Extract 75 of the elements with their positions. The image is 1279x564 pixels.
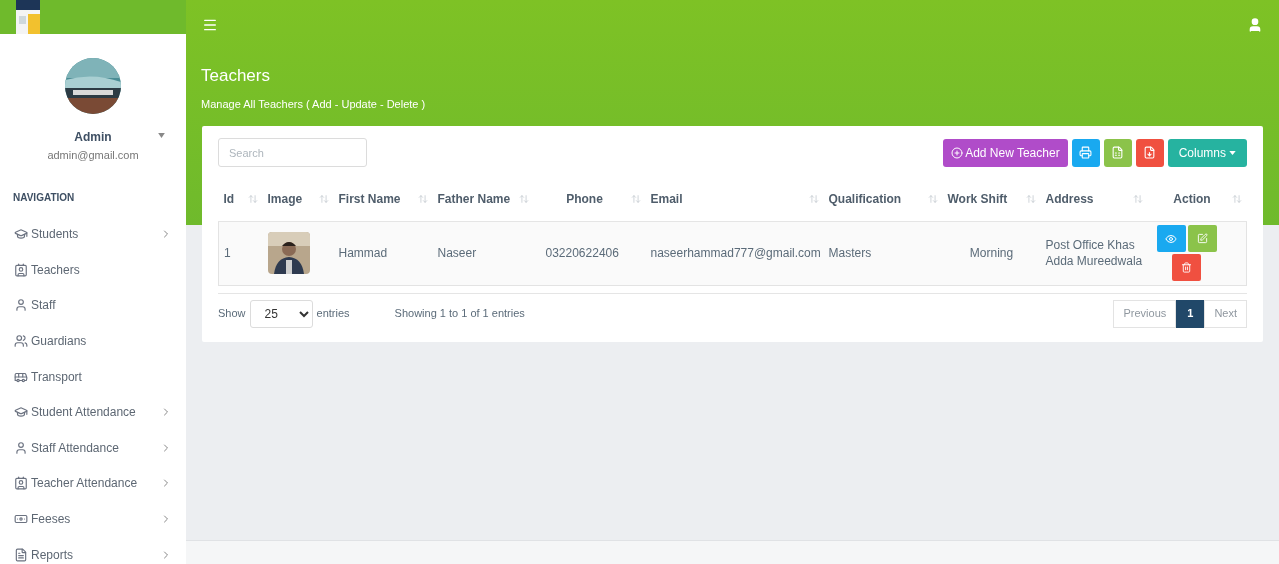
user-name: Admin <box>74 129 112 146</box>
table-cell: naseerhammad777@gmail.com <box>645 221 824 285</box>
printer-icon <box>1079 146 1093 159</box>
nav-icon <box>14 440 28 455</box>
sidebar-item[interactable]: Feeses <box>0 501 186 537</box>
entries-label: entries <box>316 306 350 322</box>
sidebar-item[interactable]: Staff Attendance <box>0 430 186 466</box>
page-button[interactable]: 1 <box>1176 299 1205 328</box>
pdf-button[interactable] <box>1135 138 1164 167</box>
sort-icon[interactable] <box>630 193 641 204</box>
sort-icon[interactable] <box>927 193 938 204</box>
nav-icon <box>14 405 28 420</box>
column-header[interactable]: Father Name <box>437 190 511 207</box>
search-field[interactable]: Search <box>218 138 367 167</box>
menu-icon[interactable] <box>202 17 218 33</box>
spreadsheet-icon <box>1111 146 1125 159</box>
sidebar-item[interactable]: Transport <box>0 358 186 395</box>
sidebar-item[interactable]: Student Attendance <box>0 394 186 431</box>
pencil-icon <box>1196 233 1208 244</box>
file-icon <box>1143 146 1157 159</box>
column-header[interactable]: Phone <box>538 190 631 207</box>
nav-icon <box>14 334 28 349</box>
user-icon[interactable] <box>1247 17 1263 33</box>
sort-icon[interactable] <box>1132 193 1143 204</box>
view-button[interactable] <box>1156 225 1186 252</box>
sidebar-item[interactable]: Teachers <box>0 252 186 288</box>
column-header[interactable]: Qualification <box>828 190 902 207</box>
table-cell: 1 <box>218 221 263 285</box>
sort-icon[interactable] <box>318 193 329 204</box>
add-teacher-button[interactable]: Add New Teacher <box>943 138 1068 167</box>
caret-icon[interactable] <box>158 133 165 138</box>
sidebar-item[interactable]: Guardians <box>0 323 186 359</box>
eye-icon <box>1165 232 1177 245</box>
nav-icon <box>14 547 28 562</box>
column-header[interactable]: Work Shift <box>947 190 1008 207</box>
table-cell: Morning <box>942 221 1041 285</box>
sort-icon[interactable] <box>247 193 258 204</box>
sort-icon[interactable] <box>518 193 529 204</box>
sidebar-item[interactable]: Staff <box>0 287 186 324</box>
entries-info: Showing 1 to 1 of 1 entries <box>394 306 525 322</box>
excel-button[interactable] <box>1103 138 1132 167</box>
delete-button[interactable] <box>1172 254 1201 281</box>
column-header[interactable]: Id <box>223 190 235 207</box>
column-header[interactable]: Action <box>1152 190 1232 207</box>
column-header[interactable]: First Name <box>338 190 401 207</box>
sort-icon[interactable] <box>808 193 819 204</box>
nav-heading: NAVIGATION <box>13 190 76 205</box>
table-cell: Naseer <box>432 221 534 285</box>
edit-button[interactable] <box>1187 225 1217 252</box>
column-header[interactable]: Image <box>267 190 303 207</box>
user-email: admin@gmail.com <box>47 148 139 163</box>
print-button[interactable] <box>1071 138 1100 167</box>
table-cell: Post Office Khas Adda Mureedwala <box>1040 221 1148 285</box>
sidebar-item[interactable]: Teacher Attendance <box>0 465 186 502</box>
nav-icon <box>14 262 28 277</box>
caret-icon <box>1229 150 1236 155</box>
table-cell: Hammad <box>333 221 433 285</box>
column-header[interactable]: Email <box>650 190 683 207</box>
sort-icon[interactable] <box>417 193 428 204</box>
page-size-select[interactable]: 25 <box>249 299 313 328</box>
sort-icon[interactable] <box>1231 193 1242 204</box>
nav-icon <box>14 476 28 491</box>
table-cell: Masters <box>823 221 943 285</box>
sidebar-item[interactable]: Reports <box>0 536 186 564</box>
column-header[interactable]: Address <box>1045 190 1094 207</box>
show-label: Show <box>218 306 246 322</box>
sort-icon[interactable] <box>1025 193 1036 204</box>
sidebar-item[interactable]: Students <box>0 216 186 253</box>
page-title: Teachers <box>201 65 271 87</box>
table-cell: 03220622406 <box>533 221 646 285</box>
trash-icon <box>1181 262 1192 273</box>
page-subtitle: Manage All Teachers ( Add - Update - Delete ) <box>201 96 427 112</box>
nav-icon <box>14 298 28 313</box>
nav-icon <box>14 227 28 242</box>
plus-icon <box>951 146 964 159</box>
